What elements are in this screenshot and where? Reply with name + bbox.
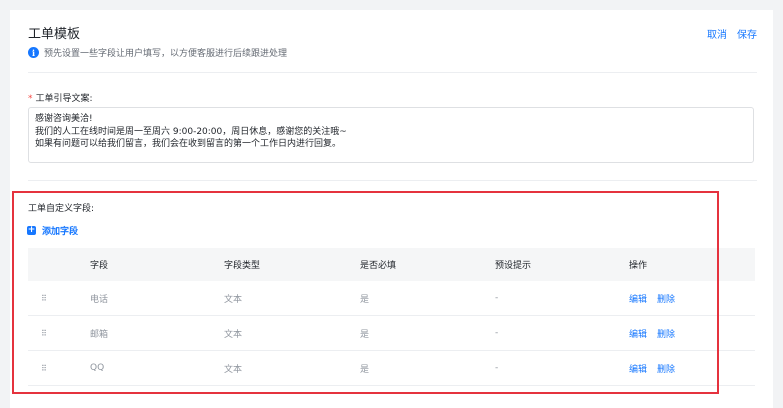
guide-label-text: 工单引导文案:: [35, 94, 93, 104]
page-title: 工单模板: [28, 27, 81, 42]
divider: [28, 72, 757, 73]
guide-label: * 工单引导文案:: [28, 91, 93, 104]
header-actions: 取消 保存: [707, 26, 757, 41]
guide-line: 感谢咨询美洽!: [35, 114, 93, 124]
save-button[interactable]: 保存: [737, 26, 757, 41]
guide-line: 如果有问题可以给我们留言，我们会在收到留言的第一个工作日内进行回复。: [35, 139, 342, 149]
divider: [28, 180, 757, 181]
info-icon: i: [28, 47, 39, 58]
cancel-button[interactable]: 取消: [707, 26, 727, 41]
guide-textarea[interactable]: 感谢咨询美洽! 我们的人工在线时间是周一至周六 9:00-20:00，周日休息，…: [28, 107, 754, 163]
guide-line: 我们的人工在线时间是周一至周六 9:00-20:00，周日休息，感谢您的关注哦~: [35, 126, 347, 137]
subtitle-text: 预先设置一些字段让用户填写，以方便客服进行后续跟进处理: [44, 49, 288, 59]
required-mark: *: [28, 94, 33, 104]
page-subtitle: i 预先设置一些字段让用户填写，以方便客服进行后续跟进处理: [28, 46, 287, 59]
custom-fields-highlight: [12, 191, 719, 394]
